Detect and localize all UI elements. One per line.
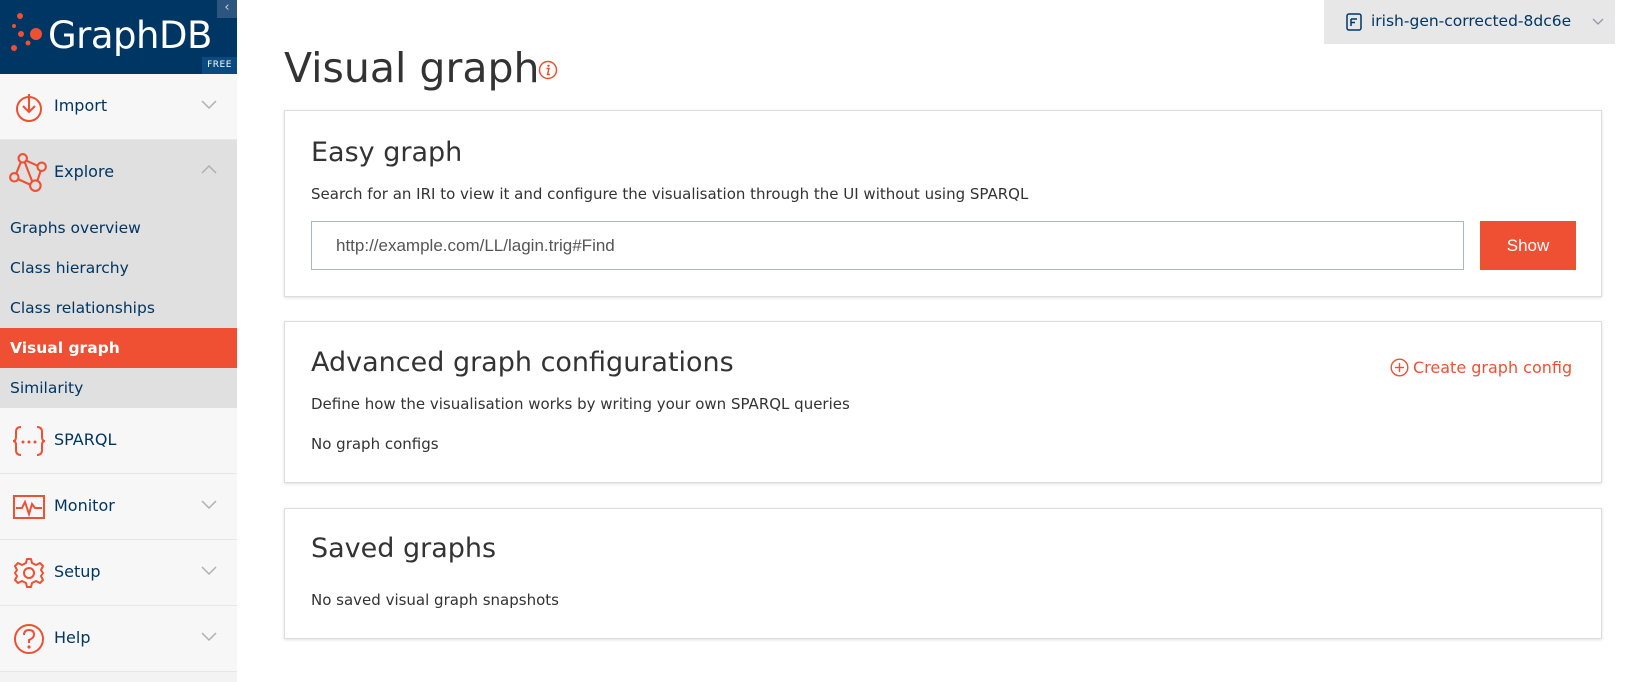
sidebar-item-graphs-overview[interactable]: Graphs overview <box>0 208 237 248</box>
menu-import-label: Import <box>54 96 108 115</box>
explore-submenu: Graphs overview Class hierarchy Class re… <box>0 208 237 408</box>
chevron-down-icon <box>1592 18 1604 25</box>
sidebar: GraphDB FREE ‹ Import Explore Graphs ove… <box>0 0 237 682</box>
menu-setup[interactable]: Setup <box>0 540 237 606</box>
chevron-down-icon <box>201 100 217 110</box>
easy-graph-title: Easy graph <box>311 137 463 168</box>
advanced-graph-card: Advanced graph configurations Define how… <box>284 321 1602 483</box>
chevron-down-icon <box>201 566 217 576</box>
monitor-icon <box>13 495 45 519</box>
menu-monitor-label: Monitor <box>54 496 115 515</box>
database-icon <box>1346 13 1362 31</box>
info-icon[interactable] <box>538 60 558 80</box>
brand-header: GraphDB FREE ‹ <box>0 0 237 74</box>
chevron-down-icon <box>201 500 217 510</box>
sidebar-item-visual-graph[interactable]: Visual graph <box>0 328 237 368</box>
menu-import[interactable]: Import <box>0 74 237 140</box>
plus-circle-icon <box>1390 358 1409 377</box>
gear-icon <box>14 558 44 588</box>
chevron-left-icon[interactable]: ‹ <box>217 0 237 18</box>
menu-sparql[interactable]: SPARQL <box>0 408 237 474</box>
advanced-graph-title: Advanced graph configurations <box>311 347 734 378</box>
sidebar-item-similarity[interactable]: Similarity <box>0 368 237 408</box>
sidebar-item-class-relationships[interactable]: Class relationships <box>0 288 237 328</box>
menu-sparql-label: SPARQL <box>54 430 117 449</box>
sparql-braces-icon <box>12 426 46 456</box>
create-graph-config-link[interactable]: Create graph config <box>1390 358 1572 377</box>
saved-graphs-card: Saved graphs No saved visual graph snaps… <box>284 508 1602 639</box>
easy-graph-description: Search for an IRI to view it and configu… <box>311 185 1029 203</box>
advanced-graph-description: Define how the visualisation works by wr… <box>311 395 850 413</box>
import-icon <box>16 94 42 122</box>
iri-search-input[interactable] <box>311 221 1464 270</box>
menu-monitor[interactable]: Monitor <box>0 474 237 540</box>
no-saved-graphs-text: No saved visual graph snapshots <box>311 591 559 609</box>
create-graph-config-label: Create graph config <box>1413 358 1573 377</box>
menu-explore[interactable]: Explore <box>0 140 237 208</box>
graphdb-logo-icon <box>11 13 42 51</box>
page-title: Visual graph <box>284 44 540 92</box>
menu-help-label: Help <box>54 628 91 647</box>
chevron-down-icon <box>201 632 217 642</box>
saved-graphs-title: Saved graphs <box>311 533 497 564</box>
edition-badge: FREE <box>202 57 237 74</box>
menu-help[interactable]: Help <box>0 606 237 672</box>
menu-setup-label: Setup <box>54 562 101 581</box>
chevron-up-icon <box>201 164 217 174</box>
explore-graph-icon <box>9 153 47 192</box>
repository-name: irish-gen-corrected-8dc6e <box>1371 12 1572 30</box>
no-graph-configs-text: No graph configs <box>311 435 439 453</box>
brand-name[interactable]: GraphDB <box>48 14 212 57</box>
menu-explore-label: Explore <box>54 162 115 181</box>
show-button[interactable]: Show <box>1480 221 1576 270</box>
sidebar-item-class-hierarchy[interactable]: Class hierarchy <box>0 248 237 288</box>
easy-graph-card: Easy graph Search for an IRI to view it … <box>284 110 1602 297</box>
help-icon <box>14 624 44 654</box>
repository-selector[interactable]: irish-gen-corrected-8dc6e <box>1324 0 1615 44</box>
